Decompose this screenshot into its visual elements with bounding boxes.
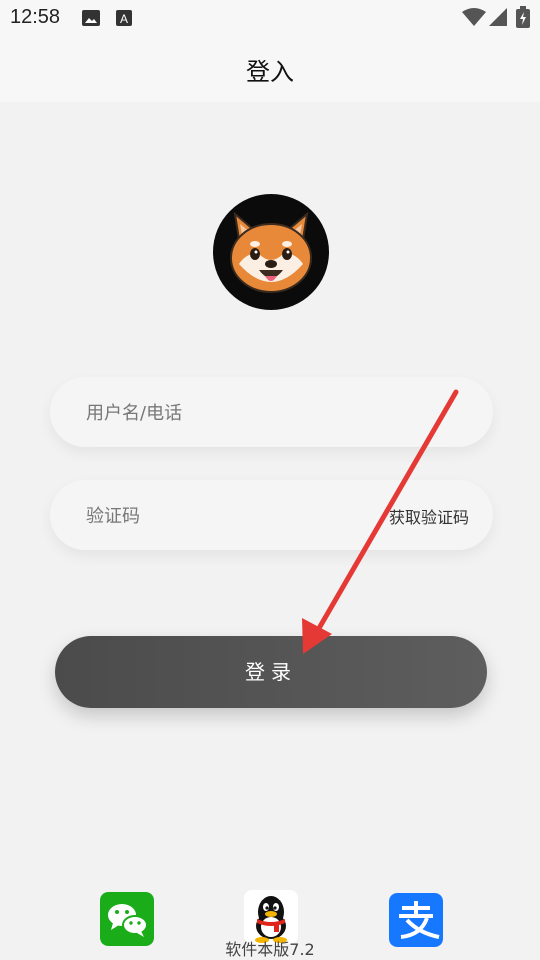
red-arrow-annotation bbox=[302, 389, 459, 654]
version-label: 软件本版7.2 bbox=[225, 940, 315, 959]
